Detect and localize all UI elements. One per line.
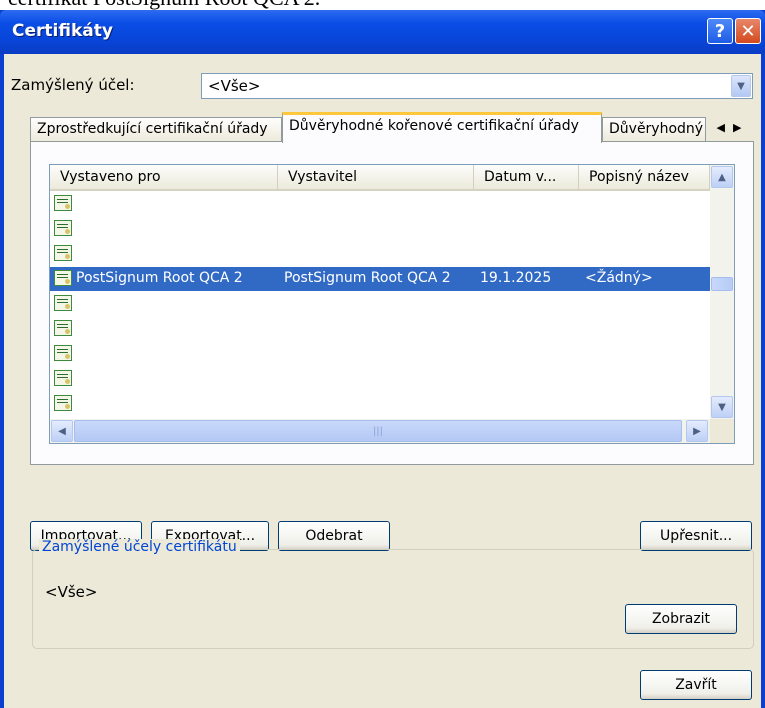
table-row[interactable] — [50, 317, 710, 341]
chevron-down-icon[interactable]: ▼ — [731, 75, 751, 97]
scroll-up-icon[interactable]: ▲ — [711, 166, 733, 188]
scroll-corner — [710, 419, 734, 443]
list-header: Vystaveno pro Vystavitel Datum v... Popi… — [50, 165, 710, 191]
certificate-icon — [54, 245, 72, 261]
certificate-icon — [54, 345, 72, 361]
purpose-dropdown[interactable]: <Vše> ▼ — [201, 73, 753, 99]
title-bar: Certifikáty ? ✕ — [0, 10, 765, 54]
close-button[interactable]: Zavřít — [640, 670, 752, 700]
purpose-value: <Vše> — [208, 77, 261, 95]
column-issuer[interactable]: Vystavitel — [278, 165, 474, 189]
tab-strip: Zprostředkující certifikační úřady Důvěr… — [30, 112, 754, 143]
tab-scroll-arrows: ◀ ▶ — [706, 117, 752, 137]
table-row[interactable] — [50, 367, 710, 391]
table-row[interactable] — [50, 342, 710, 366]
column-issued-to[interactable]: Vystaveno pro — [50, 165, 278, 189]
scroll-right-icon[interactable]: ▶ — [686, 420, 708, 442]
close-window-button[interactable]: ✕ — [735, 18, 761, 44]
column-expiration-date[interactable]: Datum v... — [474, 165, 579, 189]
help-icon: ? — [714, 20, 726, 42]
group-title: Zamýšlené účely certifikátu — [39, 539, 240, 555]
tab-scroll-right-icon[interactable]: ▶ — [733, 121, 741, 134]
window-title: Certifikáty — [12, 21, 113, 41]
certificate-icon — [54, 195, 72, 211]
cell-issuer: PostSignum Root QCA 2 — [284, 270, 451, 286]
tab-trusted-root-ca[interactable]: Důvěryhodné kořenové certifikační úřady — [282, 112, 602, 143]
column-friendly-name[interactable]: Popisný název — [579, 165, 710, 189]
certificate-icon — [54, 295, 72, 311]
table-row[interactable] — [50, 392, 710, 416]
table-row[interactable] — [50, 242, 710, 266]
certificate-icon — [54, 370, 72, 386]
intended-purposes-value: <Vše> — [45, 583, 98, 601]
scroll-down-icon[interactable]: ▼ — [711, 396, 733, 418]
cell-date: 19.1.2025 — [480, 270, 552, 286]
advanced-button[interactable]: Upřesnit... — [640, 521, 752, 551]
vertical-scroll-thumb[interactable] — [711, 277, 733, 291]
certificate-icon — [54, 220, 72, 236]
table-row[interactable] — [50, 292, 710, 316]
dialog-body: Zamýšlený účel: <Vše> ▼ Zprostředkující … — [4, 54, 761, 708]
table-row[interactable]: PostSignum Root QCA 2 PostSignum Root QCA… — [50, 267, 710, 291]
help-button[interactable]: ? — [707, 18, 733, 44]
certificate-list[interactable]: Vystaveno pro Vystavitel Datum v... Popi… — [49, 164, 735, 444]
tab-panel: Vystaveno pro Vystavitel Datum v... Popi… — [30, 141, 754, 465]
view-button[interactable]: Zobrazit — [625, 604, 737, 634]
tab-intermediate-ca[interactable]: Zprostředkující certifikační úřady — [30, 117, 282, 143]
table-row[interactable] — [50, 217, 710, 241]
tab-scroll-left-icon[interactable]: ◀ — [717, 121, 725, 134]
tab-trusted-publishers[interactable]: Důvěryhodný — [602, 117, 706, 143]
vertical-scrollbar[interactable]: ▲ ▼ — [710, 165, 734, 419]
cell-friendly-name: <Žádný> — [585, 270, 653, 286]
certificate-icon — [54, 320, 72, 336]
certificates-dialog: Certifikáty ? ✕ Zamýšlený účel: <Vše> ▼ … — [0, 10, 765, 708]
horizontal-scroll-thumb[interactable]: ||| — [74, 420, 682, 442]
horizontal-scrollbar[interactable]: ◀ ||| ▶ — [50, 419, 710, 443]
certificate-icon — [54, 270, 72, 286]
scroll-left-icon[interactable]: ◀ — [51, 420, 73, 442]
close-icon: ✕ — [740, 20, 756, 42]
purpose-label: Zamýšlený účel: — [11, 76, 135, 94]
table-row[interactable] — [50, 192, 710, 216]
cell-issued-to: PostSignum Root QCA 2 — [76, 270, 243, 286]
document-caption: certifikát PostSignum Root QCA 2. — [8, 0, 758, 10]
remove-button[interactable]: Odebrat — [278, 521, 390, 551]
intended-purposes-group: Zamýšlené účely certifikátu <Vše> Zobraz… — [32, 539, 754, 649]
certificate-icon — [54, 395, 72, 411]
